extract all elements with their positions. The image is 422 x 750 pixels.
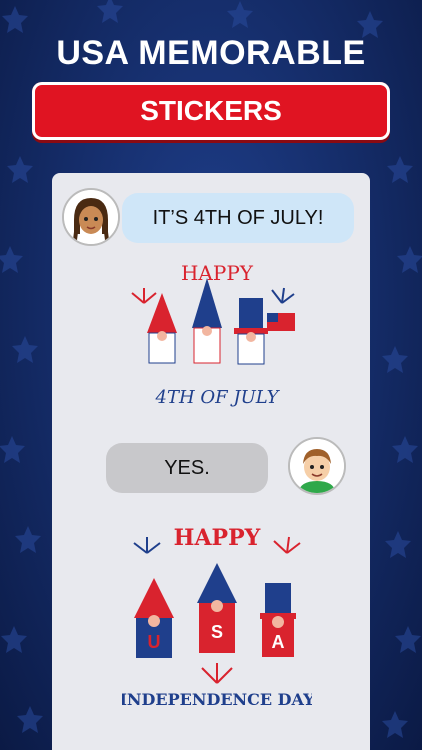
chat-panel: IT’S 4TH OF JULY! HAPPY 4TH OF JULY YES.… <box>52 173 370 750</box>
sticker1-top-text: HAPPY <box>181 261 254 285</box>
sticker1-bottom-text: 4TH OF JULY <box>155 387 281 408</box>
girl-avatar <box>62 188 120 246</box>
boy-avatar <box>288 437 346 495</box>
sticker2-letter-u: U <box>148 632 161 652</box>
sticker2-letter-s: S <box>211 622 223 642</box>
sticker2-letter-a: A <box>272 632 285 652</box>
sticker2-bottom-text: INDEPENDENCE DAY <box>122 690 312 709</box>
message-bubble-outgoing: YES. <box>106 443 268 493</box>
app-title: USA MEMORABLE <box>56 34 366 72</box>
message-bubble-incoming: IT’S 4TH OF JULY! <box>122 193 354 243</box>
happy-independence-day-sticker: HAPPY U S A INDEPENDENCE DAY <box>119 523 315 713</box>
happy-4th-of-july-sticker: HAPPY 4TH OF JULY <box>122 258 312 418</box>
sticker2-top-text: HAPPY <box>174 525 261 551</box>
stickers-banner: STICKERS <box>32 82 390 140</box>
